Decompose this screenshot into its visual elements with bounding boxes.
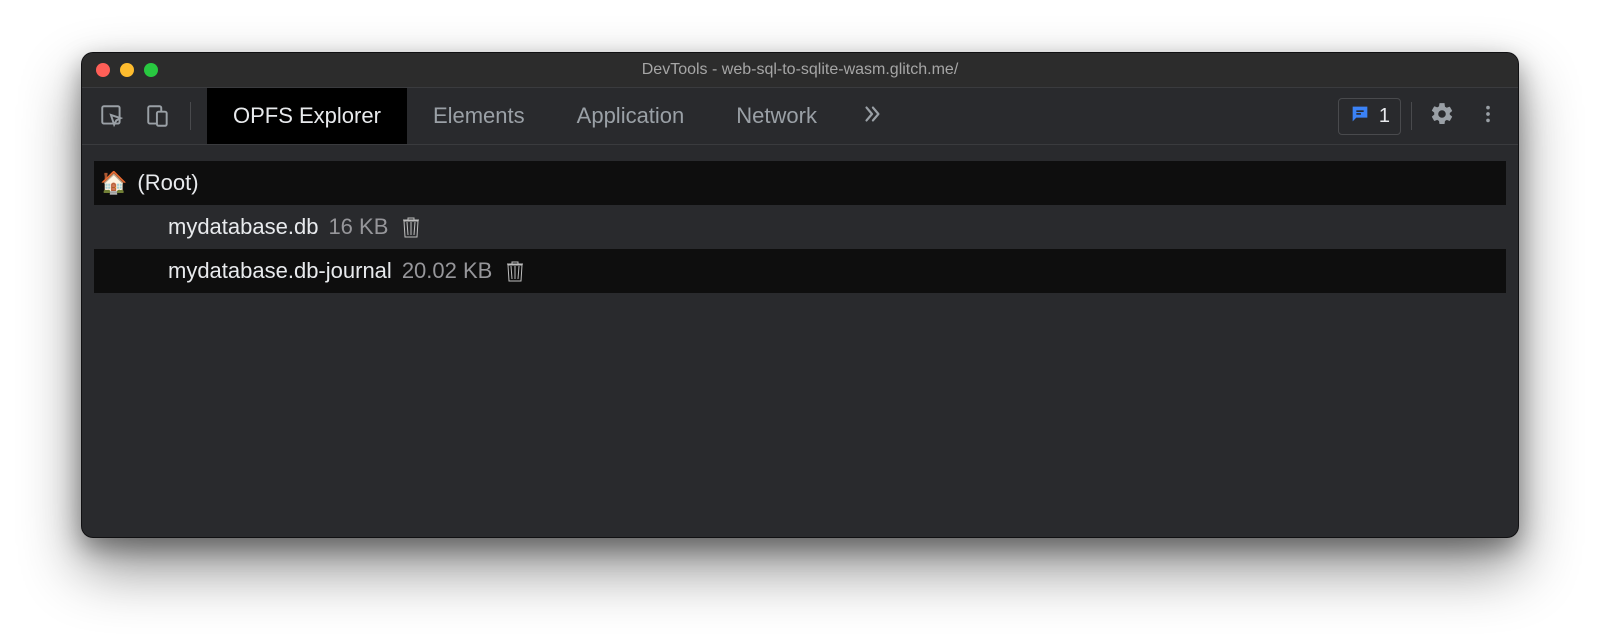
- tab-label: Elements: [433, 103, 525, 129]
- traffic-lights: [82, 63, 158, 77]
- root-label: (Root): [137, 170, 198, 196]
- kebab-icon: [1477, 103, 1499, 130]
- trash-icon[interactable]: [502, 258, 528, 284]
- tree-file-row[interactable]: mydatabase.db 16 KB: [94, 205, 1506, 249]
- devtools-window: DevTools - web-sql-to-sqlite-wasm.glitch…: [81, 52, 1519, 538]
- issues-icon: [1349, 103, 1371, 130]
- maximize-button[interactable]: [144, 63, 158, 77]
- house-icon: 🏠: [100, 170, 127, 196]
- toolbar: OPFS Explorer Elements Application Netwo…: [82, 87, 1518, 145]
- file-size: 20.02 KB: [402, 258, 493, 284]
- minimize-button[interactable]: [120, 63, 134, 77]
- more-options-button[interactable]: [1468, 96, 1508, 136]
- file-name: mydatabase.db: [168, 214, 318, 240]
- file-name: mydatabase.db-journal: [168, 258, 392, 284]
- file-size: 16 KB: [328, 214, 388, 240]
- tab-elements[interactable]: Elements: [407, 88, 551, 144]
- issues-badge[interactable]: 1: [1338, 98, 1401, 135]
- tab-label: OPFS Explorer: [233, 103, 381, 129]
- tab-application[interactable]: Application: [551, 88, 711, 144]
- close-button[interactable]: [96, 63, 110, 77]
- divider: [1411, 102, 1412, 130]
- device-toolbar-icon[interactable]: [140, 98, 176, 134]
- settings-button[interactable]: [1422, 96, 1462, 136]
- issues-count: 1: [1379, 105, 1390, 128]
- inspect-element-icon[interactable]: [94, 98, 130, 134]
- window-title: DevTools - web-sql-to-sqlite-wasm.glitch…: [82, 61, 1518, 79]
- tab-label: Application: [577, 103, 685, 129]
- trash-icon[interactable]: [398, 214, 424, 240]
- tab-label: Network: [736, 103, 817, 129]
- opfs-tree: 🏠 (Root) mydatabase.db 16 KB mydatabase.…: [82, 145, 1518, 537]
- toolbar-right: 1: [1338, 88, 1518, 144]
- toolbar-left: [82, 88, 207, 144]
- tabs: OPFS Explorer Elements Application Netwo…: [207, 88, 901, 144]
- divider: [190, 102, 191, 130]
- tab-opfs-explorer[interactable]: OPFS Explorer: [207, 88, 407, 144]
- tree-file-row[interactable]: mydatabase.db-journal 20.02 KB: [94, 249, 1506, 293]
- more-tabs-button[interactable]: [843, 88, 901, 144]
- titlebar: DevTools - web-sql-to-sqlite-wasm.glitch…: [82, 53, 1518, 87]
- gear-icon: [1429, 101, 1455, 132]
- tab-network[interactable]: Network: [710, 88, 843, 144]
- tree-root-row[interactable]: 🏠 (Root): [94, 161, 1506, 205]
- chevron-double-right-icon: [861, 101, 883, 132]
